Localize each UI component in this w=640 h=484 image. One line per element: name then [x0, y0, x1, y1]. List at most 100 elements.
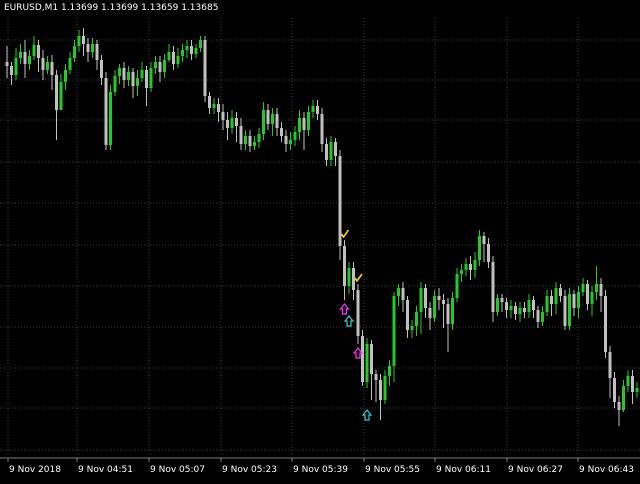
candle-body — [55, 75, 58, 110]
candle — [105, 72, 108, 150]
candle — [465, 258, 468, 276]
candle — [276, 108, 279, 136]
time-tick-label: 9 Nov 05:55 — [365, 465, 420, 475]
candle-body — [159, 62, 162, 72]
candle — [478, 230, 481, 266]
candle — [555, 282, 558, 314]
candle-body — [496, 298, 499, 312]
price-chart[interactable]: EURUSD,M1 1.13699 1.13699 1.13659 1.1368… — [0, 0, 640, 480]
candle — [496, 294, 499, 316]
candle-body — [357, 290, 360, 336]
candle — [96, 40, 99, 70]
check-icon — [355, 274, 362, 281]
candle — [604, 290, 607, 358]
candle-body — [424, 288, 427, 308]
candle-body — [276, 114, 279, 128]
candle-body — [253, 142, 256, 146]
candle — [631, 370, 634, 404]
candle — [132, 68, 135, 98]
candle — [231, 110, 234, 134]
candle — [600, 278, 603, 312]
candle-body — [15, 58, 18, 75]
candle — [415, 306, 418, 336]
candle — [316, 100, 319, 120]
arrow-up-magenta-icon — [341, 304, 349, 314]
candle — [514, 302, 517, 320]
candle-body — [222, 112, 225, 120]
candle — [424, 284, 427, 318]
candle — [370, 340, 373, 400]
candle — [438, 288, 441, 310]
candle-body — [442, 300, 445, 304]
candle — [433, 290, 436, 322]
candle — [64, 64, 67, 90]
candle-body — [460, 270, 463, 274]
candle-body — [429, 308, 432, 318]
candle-body — [384, 376, 387, 400]
candle-body — [528, 300, 531, 312]
candle — [37, 40, 40, 72]
candle — [6, 46, 9, 78]
candle-body — [609, 352, 612, 378]
check-icon — [342, 230, 349, 237]
candle-body — [541, 312, 544, 322]
candle-body — [604, 296, 607, 352]
candle-body — [186, 46, 189, 50]
candle — [307, 106, 310, 136]
candle-body — [204, 40, 207, 96]
candle — [24, 40, 27, 78]
candle — [118, 64, 121, 84]
candle — [532, 296, 535, 318]
candle — [298, 110, 301, 140]
candle-body — [532, 300, 535, 310]
candle-body — [343, 246, 346, 286]
candle — [190, 40, 193, 60]
arrow-up-magenta-icon — [354, 348, 362, 358]
candle — [469, 256, 472, 280]
candle-body — [474, 260, 477, 270]
candle-body — [285, 136, 288, 144]
candle — [87, 38, 90, 62]
candle — [154, 56, 157, 74]
candle — [114, 70, 117, 96]
candle-body — [591, 292, 594, 304]
candle-body — [361, 336, 364, 382]
candle-body — [433, 296, 436, 318]
candle — [82, 28, 85, 56]
candle-body — [537, 310, 540, 322]
chart-canvas: 9 Nov 20189 Nov 04:519 Nov 05:079 Nov 05… — [0, 0, 640, 480]
time-tick-label: 9 Nov 06:27 — [508, 465, 563, 475]
candle — [28, 50, 31, 70]
candle — [226, 112, 229, 140]
candle — [510, 300, 513, 318]
candle-body — [568, 294, 571, 326]
candle-body — [451, 298, 454, 324]
candle — [577, 286, 580, 318]
candle-body — [271, 114, 274, 124]
candle — [586, 280, 589, 310]
candle-body — [406, 300, 409, 330]
candle-body — [181, 50, 184, 56]
candle — [582, 278, 585, 296]
candle — [546, 290, 549, 316]
candle-body — [510, 306, 513, 310]
candle — [397, 284, 400, 306]
candle — [141, 62, 144, 82]
candle — [244, 130, 247, 150]
candle-body — [352, 268, 355, 290]
candle — [91, 38, 94, 58]
candle-body — [514, 306, 517, 314]
candle — [208, 92, 211, 114]
candle-body — [600, 284, 603, 296]
candle — [501, 294, 504, 312]
candle-body — [298, 118, 301, 132]
candle-body — [303, 118, 306, 130]
candle — [442, 294, 445, 328]
candle — [204, 36, 207, 102]
candle — [622, 380, 625, 412]
candle — [343, 240, 346, 300]
candle — [177, 48, 180, 68]
time-tick-label: 9 Nov 05:23 — [222, 465, 277, 475]
candle — [492, 256, 495, 322]
candle — [253, 136, 256, 150]
